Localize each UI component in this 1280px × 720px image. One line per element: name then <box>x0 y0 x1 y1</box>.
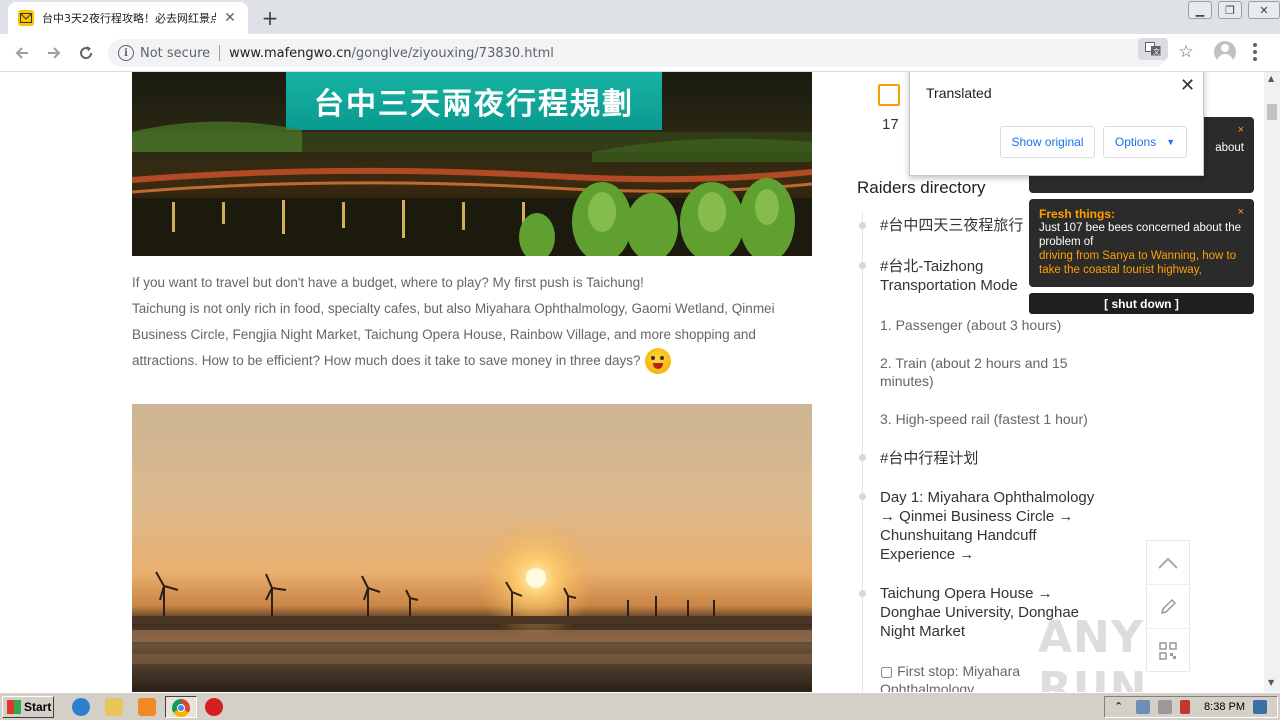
directory-item[interactable]: #台中行程计划 <box>880 449 1110 468</box>
web-page: 台中三天兩夜行程規劃 If you want to travel but don… <box>0 72 1264 692</box>
start-button[interactable]: Start <box>2 696 54 718</box>
notification-close-icon[interactable]: × <box>1238 205 1244 219</box>
windows-logo-icon <box>7 700 21 714</box>
sunset-wind-turbines-image <box>132 404 812 692</box>
hero-scene <box>132 121 812 256</box>
browser-toolbar: i Not secure www.mafengwo.cn/gonglve/ziy… <box>0 34 1280 72</box>
network-icon[interactable] <box>1136 700 1151 714</box>
directory-subitem[interactable]: ▢ First stop: Miyahara Ophthalmology <box>880 662 1050 692</box>
system-tray: ⌃ 8:38 PM <box>1104 696 1278 718</box>
article-line-2: Taichung is not only rich in food, speci… <box>132 296 814 375</box>
show-original-button[interactable]: Show original <box>1000 126 1095 158</box>
profile-avatar-icon[interactable] <box>1214 41 1236 63</box>
svg-text:文: 文 <box>1153 47 1160 56</box>
directory-dot <box>859 590 866 597</box>
hero-image: 台中三天兩夜行程規劃 <box>132 72 812 256</box>
translate-popup-title: Translated <box>926 85 992 101</box>
options-button[interactable]: Options ▼ <box>1103 126 1187 158</box>
anyrun-watermark: ANY RUN <box>1038 612 1148 692</box>
directory-subitem[interactable]: 1. Passenger (about 3 hours) <box>880 316 1110 334</box>
back-to-top-icon[interactable] <box>1147 541 1189 585</box>
page-scrollbar[interactable]: ▲ ▼ <box>1264 72 1280 692</box>
notification-card-2: × Fresh things: Just 107 bee bees concer… <box>1029 199 1254 287</box>
internet-explorer-icon[interactable] <box>72 698 90 716</box>
omnibox-separator <box>219 45 221 61</box>
minimize-button[interactable]: ▁ <box>1188 1 1212 19</box>
notification-2-title: Fresh things: <box>1039 207 1116 221</box>
media-player-icon[interactable] <box>138 698 156 716</box>
directory-item[interactable]: Day 1: Miyahara Ophthalmology → Qinmei B… <box>880 488 1106 564</box>
browser-menu-icon[interactable] <box>1252 43 1258 61</box>
directory-dot <box>859 493 866 500</box>
notification-2-line-1: Just 107 bee bees concerned about the pr… <box>1039 222 1242 248</box>
chrome-taskbar-button[interactable] <box>165 696 197 718</box>
sunset-scene <box>132 518 812 664</box>
forward-icon[interactable] <box>42 41 66 65</box>
directory-subitem[interactable]: 2. Train (about 2 hours and 15 minutes) <box>880 354 1090 390</box>
url-path: /gonglve/ziyouxing/73830.html <box>351 45 554 61</box>
stop-icon[interactable] <box>205 698 223 716</box>
notification-close-icon[interactable]: × <box>1238 123 1244 137</box>
new-tab-button[interactable]: + <box>258 6 282 30</box>
not-secure-label: Not secure <box>140 45 211 61</box>
directory-dot <box>859 262 866 269</box>
translate-icon[interactable]: 文 <box>1138 38 1168 60</box>
restore-button[interactable]: ❐ <box>1218 1 1242 19</box>
windows-taskbar: Start ⌃ 8:38 PM <box>0 692 1280 720</box>
scrollbar-thumb[interactable] <box>1267 104 1277 120</box>
surprised-emoji-icon <box>644 348 671 375</box>
chrome-icon <box>172 699 190 717</box>
clock-time: 8:38 PM <box>1204 701 1245 713</box>
window-controls: ▁ ❐ ✕ <box>1182 1 1280 19</box>
article-line-2-text: Taichung is not only rich in food, speci… <box>132 301 775 368</box>
options-button-label: Options <box>1114 135 1157 149</box>
directory-dot <box>859 222 866 229</box>
url-host: www.mafengwo.cn <box>229 45 352 61</box>
count-value: 17 <box>882 116 899 133</box>
browser-tab[interactable]: 台中3天2夜行程攻略！必去网红景点 ✕ <box>8 2 248 34</box>
show-desktop-icon[interactable] <box>1253 700 1267 714</box>
mafengwo-favicon-icon <box>18 10 34 26</box>
close-window-button[interactable]: ✕ <box>1248 1 1280 19</box>
back-icon[interactable] <box>10 41 34 65</box>
volume-icon[interactable] <box>1158 700 1173 714</box>
bookmark-star-icon[interactable]: ☆ <box>1175 41 1197 63</box>
article-line-1: If you want to travel but don't have a b… <box>132 275 644 290</box>
shutdown-button[interactable]: [ shut down ] <box>1029 293 1254 314</box>
directory-subitem[interactable]: 3. High-speed rail (fastest 1 hour) <box>880 410 1110 428</box>
directory-dot <box>859 454 866 461</box>
info-icon[interactable]: i <box>118 45 134 61</box>
tray-expand-icon[interactable]: ⌃ <box>1114 700 1128 714</box>
chevron-down-icon: ▼ <box>1166 137 1176 147</box>
write-note-icon[interactable] <box>878 84 900 106</box>
start-label: Start <box>24 700 52 714</box>
scroll-up-icon[interactable]: ▲ <box>1268 74 1274 83</box>
address-bar[interactable]: i Not secure www.mafengwo.cn/gonglve/ziy… <box>108 39 1168 67</box>
reload-icon[interactable] <box>74 41 98 65</box>
tab-title: 台中3天2夜行程攻略！必去网红景点 <box>42 12 216 25</box>
flag-icon[interactable] <box>1180 700 1191 714</box>
article-intro: If you want to travel but don't have a b… <box>132 270 814 375</box>
directory-item[interactable]: #台北-Taizhong Transportation Mode <box>880 257 1040 295</box>
tab-close-icon[interactable]: ✕ <box>222 10 238 26</box>
translate-popup-close-icon[interactable]: ✕ <box>1180 75 1195 96</box>
directory-title: Raiders directory <box>857 178 986 197</box>
translate-popup: Translated ✕ Show original Options ▼ <box>909 72 1204 176</box>
directory-timeline <box>862 212 863 692</box>
scroll-down-icon[interactable]: ▼ <box>1268 678 1274 687</box>
tab-strip: 台中3天2夜行程攻略！必去网红景点 ✕ + ▁ ❐ ✕ <box>0 0 1280 34</box>
notification-2-line-2[interactable]: driving from Sanya to Wanning, how to ta… <box>1039 249 1244 277</box>
file-explorer-icon[interactable] <box>105 698 123 716</box>
